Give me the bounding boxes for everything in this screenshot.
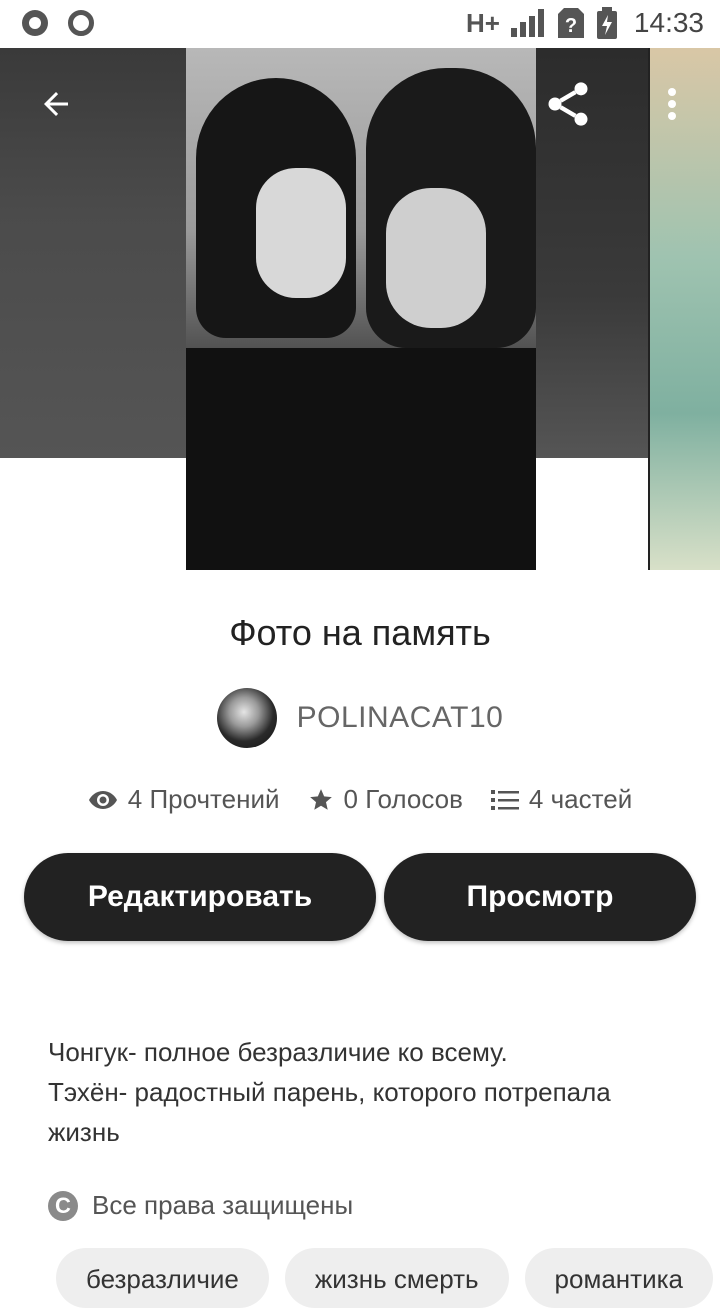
votes-count: 0 Голосов — [343, 784, 463, 814]
parts-count: 4 частей — [528, 784, 633, 814]
list-icon — [490, 789, 519, 810]
media-disc-icon — [68, 10, 94, 36]
star-icon — [309, 788, 332, 810]
copyright-text: Все права защищены — [92, 1190, 354, 1220]
svg-text:?: ? — [565, 15, 577, 37]
eye-icon — [88, 790, 117, 809]
tag-chip[interactable]: жизнь смерть — [284, 1248, 509, 1308]
status-right-icons: H+ ? 14:33 — [466, 6, 704, 40]
author-name[interactable]: POLINACAT10 — [297, 701, 504, 735]
edit-button[interactable]: Редактировать — [24, 853, 376, 941]
view-button[interactable]: Просмотр — [384, 853, 696, 941]
story-cover-carousel — [0, 48, 720, 570]
parts-stat: 4 частей — [490, 784, 633, 815]
author-avatar[interactable] — [216, 688, 277, 748]
votes-stat: 0 Голосов — [308, 784, 463, 815]
tag-chip[interactable]: романтика — [524, 1248, 713, 1308]
copyright-row: C Все права защищены — [48, 1190, 353, 1221]
status-bar: H+ ? 14:33 — [0, 0, 720, 48]
no-sim-icon: ? — [557, 8, 584, 38]
share-icon — [548, 82, 588, 126]
more-options-button[interactable] — [640, 72, 704, 136]
story-stats: 4 Прочтений 0 Голосов 4 частей — [0, 784, 720, 815]
more-vert-icon — [668, 88, 676, 120]
story-cover-image[interactable] — [186, 48, 536, 570]
cover-bottom — [186, 348, 536, 570]
tag-list: безразличие жизнь смерть романтика — [56, 1248, 713, 1308]
cover-face-left — [256, 168, 346, 298]
share-button[interactable] — [536, 72, 600, 136]
notification-circle-icon — [22, 10, 48, 36]
story-title: Фото на память — [229, 612, 491, 653]
arrow-back-icon — [44, 92, 68, 116]
network-type: H+ — [465, 7, 500, 38]
description-line: Чонгук- полное безразличие ко всему. — [48, 1037, 508, 1067]
battery-icon — [596, 7, 617, 39]
description-line: Тэхён- радостный парень, которого потреп… — [48, 1077, 611, 1147]
signal-icon — [510, 9, 544, 37]
reads-stat: 4 Прочтений — [88, 784, 280, 815]
back-button[interactable] — [24, 72, 88, 136]
tag-chip[interactable]: безразличие — [56, 1248, 269, 1308]
author-row[interactable]: POLINACAT10 — [0, 688, 720, 748]
copyright-icon: C — [48, 1190, 78, 1221]
reads-count: 4 Прочтений — [127, 784, 280, 814]
status-left-icons — [22, 10, 94, 36]
clock: 14:33 — [633, 7, 704, 38]
story-description: Чонгук- полное безразличие ко всему. Тэх… — [48, 1032, 688, 1152]
cover-face-right — [386, 188, 486, 328]
